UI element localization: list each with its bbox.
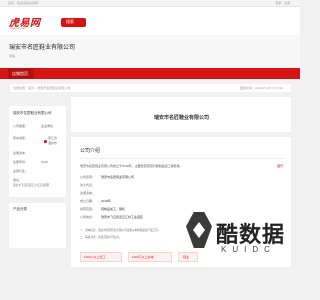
field-key: 成立日期： [80,199,96,203]
side-row-label: 注册年份： [13,160,29,164]
field-key: 经营范围： [80,207,96,211]
header [0,7,300,35]
side-row-value: 瑞安市飞云街道云江村工业园区 [13,184,50,187]
field-key: 注册资本： [80,191,96,195]
location-pin-icon [44,140,47,143]
field-value: 瑞安市飞云街道云江村工业园区 [101,215,144,219]
top-bar [0,0,300,7]
side-row-label: 注册资本： [13,151,29,155]
stat-capital: 1000万以上资本 [132,255,154,259]
side-row-label: 主营行业： [13,169,29,173]
product-category-title: 产品分类 [13,207,27,211]
welcome-text: 您好，欢迎来到虎易网 [8,1,39,5]
field-key: 公司名称： [80,175,96,179]
side-row-value: 浙江省 [48,136,58,140]
account-links[interactable]: 登录 · 注册 [275,1,290,5]
side-row-value: 温州市 [48,141,58,145]
expand-link[interactable]: 展开 [277,164,283,168]
shop-title: 瑞安市名匠鞋业有限公司 [9,45,76,51]
field-key: 公司地址： [80,215,96,219]
profile-description: 二、联系方式：详见页面公司信息。 [80,236,122,239]
profile-summary: 瑞安市名匠鞋业有限公司成立于2018年，主要经营范围为鞋制品加工销售等。 [80,164,183,168]
update-time: 更新时间：2020-07-23 17:47:22 [240,86,283,90]
side-company-name: 瑞安市名匠鞋业有限公司 [13,111,52,115]
profile-description: 一、基本信息：瑞安市名匠鞋业有限公司主要从事鞋制品生产加工等。 [80,229,161,232]
side-row-label: 所在地区： [13,136,29,140]
field-key: 法人代表： [80,183,96,187]
search-button-label[interactable]: 搜索 [66,19,74,25]
stat-employees: 1000人以上员工 [84,255,106,259]
side-row-value: 企业单位 [41,124,54,128]
company-name-heading: 瑞安市名匠鞋业有限公司 [154,115,210,121]
profile-heading: 公司介绍 [80,148,101,154]
shop-type: 商铺 [9,54,16,58]
watermark-subtext: KUIDC [221,245,276,254]
stat-industry: 鞋业 [183,255,190,259]
tab-shop-home-label[interactable]: 店铺首页 [12,71,28,77]
breadcrumb-path[interactable]: 当前位置：首页 > 瑞安市名匠鞋业有限公司 [13,86,70,90]
divider [80,158,284,159]
field-value: 鞋制品加工、销售 [101,207,126,211]
field-value: 2018年 [101,199,111,203]
side-row-value: 2018 [41,160,48,164]
field-value: 瑞安市名匠鞋业有限公司 [101,175,135,179]
site-logo-domain: cocooz.com [10,26,27,30]
side-row-label: 公司类型： [13,124,29,128]
shop-banner [0,35,300,68]
side-row-label: 地址： [13,178,23,182]
nav-bar [0,68,300,79]
